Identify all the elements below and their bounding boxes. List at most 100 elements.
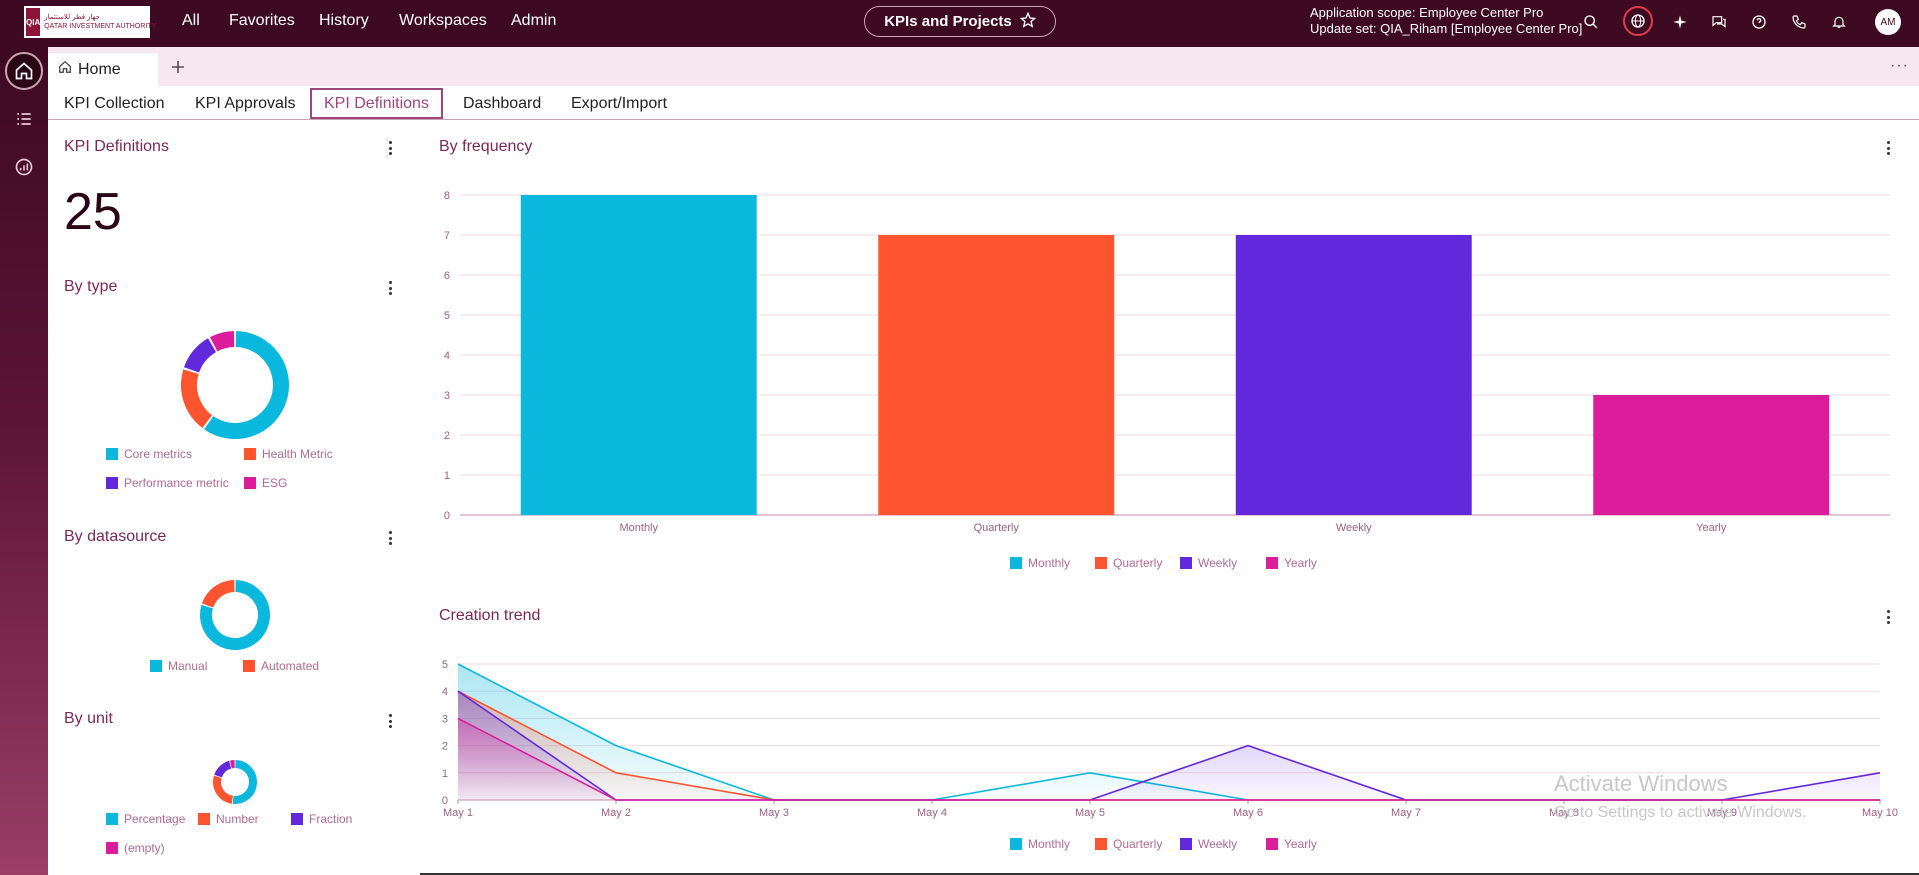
x-tick-label: Yearly: [1696, 522, 1727, 534]
legend-swatch[interactable]: [1266, 557, 1278, 569]
application-scope-info[interactable]: Application scope: Employee Center Pro U…: [1310, 5, 1582, 37]
y-tick-label: 0: [444, 510, 450, 522]
by-unit-menu-icon[interactable]: [385, 712, 395, 730]
y-tick-label: 7: [444, 230, 450, 242]
legend-quarterly[interactable]: Quarterly: [1113, 837, 1162, 851]
by-frequency-menu-icon[interactable]: [1883, 139, 1893, 157]
legend-swatch[interactable]: [1095, 557, 1107, 569]
slice-number[interactable]: [213, 775, 234, 804]
more-options-icon[interactable]: ···: [1890, 57, 1909, 75]
legend-yearly[interactable]: Yearly: [1284, 837, 1317, 851]
legend-swatch[interactable]: [1266, 838, 1278, 850]
y-tick-label: 4: [442, 686, 448, 698]
creation-trend-area-chart: 0 1 2 3 4 5 May 1 May 2 May 3 May 4 May 5 May 6 May …: [442, 659, 1898, 851]
legend-swatch[interactable]: [1010, 557, 1022, 569]
kpi-definitions-menu-icon[interactable]: [385, 139, 395, 157]
nav-favorites[interactable]: Favorites: [229, 12, 295, 30]
by-frequency-bar-chart: 0 1 2 3 4 5 6 7 8 Monthly Quarterly Weekly Yearly Mon…: [444, 190, 1890, 570]
help-icon[interactable]: [1748, 11, 1770, 33]
bar-weekly[interactable]: [1235, 235, 1472, 515]
tab-home[interactable]: Home: [48, 53, 158, 86]
left-rail: [0, 47, 48, 875]
activate-windows-title: Activate Windows: [1554, 771, 1728, 796]
slice-performance-metric[interactable]: [183, 338, 217, 373]
slice-automated[interactable]: [201, 580, 235, 608]
tab-kpi-collection[interactable]: KPI Collection: [52, 88, 177, 119]
x-tick-label: May 2: [601, 807, 631, 819]
tab-export-import[interactable]: Export/Import: [559, 88, 679, 119]
slice-esg[interactable]: [209, 331, 235, 352]
legend-swatch[interactable]: [1180, 838, 1192, 850]
kpi-subtabs: KPI Collection KPI Approvals KPI Definit…: [48, 86, 1919, 120]
legend-percentage[interactable]: Percentage: [106, 812, 185, 826]
workspace-tab-strip: Home ···: [48, 47, 1919, 86]
legend-quarterly[interactable]: Quarterly: [1113, 556, 1162, 570]
legend-manual[interactable]: Manual: [150, 659, 207, 673]
bell-icon[interactable]: [1828, 11, 1850, 33]
legend-swatch[interactable]: [1180, 557, 1192, 569]
globe-icon[interactable]: [1623, 6, 1653, 36]
legend-core-metrics[interactable]: Core metrics: [106, 447, 192, 461]
nav-workspaces[interactable]: Workspaces: [399, 12, 487, 30]
user-avatar[interactable]: AM: [1875, 9, 1901, 35]
activate-windows-subtitle: Go to Settings to activate Windows.: [1554, 804, 1807, 821]
tab-dashboard[interactable]: Dashboard: [451, 88, 553, 119]
slice-health-metric[interactable]: [181, 369, 213, 429]
app-context-label: KPIs and Projects: [884, 13, 1012, 30]
legend-weekly[interactable]: Weekly: [1198, 837, 1237, 851]
y-tick-label: 1: [444, 470, 450, 482]
sparkle-icon[interactable]: [1669, 11, 1691, 33]
legend-fraction[interactable]: Fraction: [291, 812, 352, 826]
x-tick-label: May 3: [759, 807, 789, 819]
by-type-donut: [181, 331, 289, 439]
nav-admin[interactable]: Admin: [511, 12, 556, 30]
bar-yearly[interactable]: [1593, 395, 1830, 515]
legend-swatch[interactable]: [1010, 838, 1022, 850]
phone-icon[interactable]: [1788, 11, 1810, 33]
legend-number[interactable]: Number: [198, 812, 259, 826]
slice-percentage[interactable]: [232, 760, 257, 804]
home-icon[interactable]: [5, 52, 43, 90]
legend-empty[interactable]: (empty): [106, 841, 165, 855]
legend-health-metric[interactable]: Health Metric: [244, 447, 333, 461]
list-icon[interactable]: [12, 107, 36, 131]
bar-quarterly[interactable]: [878, 235, 1115, 515]
analytics-icon[interactable]: [12, 155, 36, 179]
logo-text-en: QATAR INVESTMENT AUTHORITY: [44, 23, 157, 30]
y-tick-label: 5: [444, 310, 450, 322]
legend-performance-metric[interactable]: Performance metric: [106, 476, 229, 490]
legend-weekly[interactable]: Weekly: [1198, 556, 1237, 570]
app-context-pill[interactable]: KPIs and Projects: [864, 6, 1056, 37]
x-tick-label: Monthly: [619, 522, 658, 534]
add-tab-plus-icon[interactable]: [166, 55, 190, 79]
bar-monthly[interactable]: [520, 195, 757, 515]
qia-logo[interactable]: QIA جهاز قطر للاستثمار QATAR INVESTMENT …: [24, 6, 156, 38]
by-unit-donut: [213, 760, 257, 804]
legend-monthly[interactable]: Monthly: [1028, 837, 1070, 851]
nav-history[interactable]: History: [319, 12, 369, 30]
search-icon[interactable]: [1580, 11, 1602, 33]
legend-automated[interactable]: Automated: [243, 659, 319, 673]
x-tick-label: May 1: [443, 807, 473, 819]
slice-core-metrics[interactable]: [204, 331, 289, 439]
y-tick-label: 4: [444, 350, 450, 362]
by-datasource-donut: [200, 580, 270, 650]
update-set: Update set: QIA_Riham [Employee Center P…: [1310, 21, 1583, 36]
by-datasource-menu-icon[interactable]: [385, 529, 395, 547]
creation-trend-menu-icon[interactable]: [1883, 608, 1893, 626]
nav-all[interactable]: All: [182, 12, 200, 30]
legend-yearly[interactable]: Yearly: [1284, 556, 1317, 570]
x-tick-label: May 6: [1233, 807, 1263, 819]
legend-swatch[interactable]: [1095, 838, 1107, 850]
star-icon[interactable]: [1019, 11, 1037, 32]
legend-monthly[interactable]: Monthly: [1028, 556, 1070, 570]
chat-icon[interactable]: [1708, 11, 1730, 33]
x-tick-label: May 4: [917, 807, 947, 819]
slice-fraction[interactable]: [214, 760, 232, 778]
tab-kpi-approvals[interactable]: KPI Approvals: [183, 88, 308, 119]
y-tick-label: 3: [442, 713, 448, 725]
tab-kpi-definitions[interactable]: KPI Definitions: [310, 88, 443, 119]
legend-esg[interactable]: ESG: [244, 476, 287, 490]
x-tick-label: Quarterly: [974, 522, 1020, 534]
by-type-menu-icon[interactable]: [385, 279, 395, 297]
